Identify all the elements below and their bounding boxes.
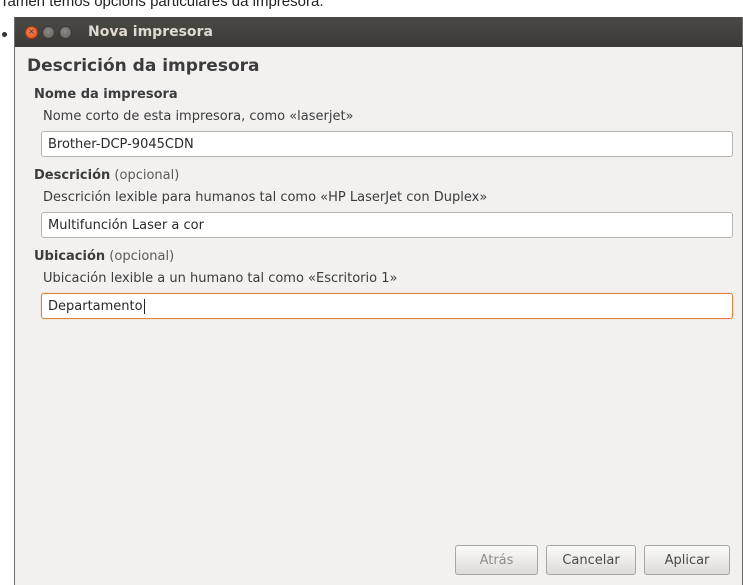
dialog-content: Descrición da impresora Nome da impresor… <box>15 56 742 319</box>
location-hint: Ubicación lexible a un humano tal como «… <box>43 271 398 286</box>
printer-name-input[interactable]: Brother-DCP-9045CDN <box>41 131 733 157</box>
close-window-button[interactable]: × <box>25 25 38 39</box>
location-label: Ubicación (opcional) <box>34 246 742 268</box>
description-title: Descrición <box>34 168 111 183</box>
page-caption: Tamén temos opcions particulares da impr… <box>0 0 324 10</box>
printer-name-hint: Nome corto de esta impresora, como «lase… <box>43 109 354 124</box>
minimize-window-button[interactable] <box>42 25 55 39</box>
location-input[interactable]: Departamento <box>41 293 733 319</box>
location-value: Departamento <box>48 298 143 314</box>
printer-name-value: Brother-DCP-9045CDN <box>48 136 194 152</box>
description-hint: Descrición lexible para humanos tal como… <box>43 190 488 205</box>
cancel-button[interactable]: Cancelar <box>546 545 636 575</box>
location-title: Ubicación <box>34 249 106 264</box>
close-icon: × <box>28 27 35 36</box>
text-cursor <box>143 298 145 314</box>
window-title: Nova impresora <box>88 24 213 40</box>
title-bar[interactable]: × Nova impresora <box>15 17 742 47</box>
description-value: Multifunción Laser a cor <box>48 217 204 233</box>
printer-name-title: Nome da impresora <box>34 87 178 102</box>
printer-name-label: Nome da impresora <box>34 84 742 106</box>
back-button[interactable]: Atrás <box>455 545 538 575</box>
page-heading: Descrición da impresora <box>27 56 260 76</box>
new-printer-dialog: × Nova impresora Descrición da impresora… <box>14 17 743 585</box>
maximize-window-button[interactable] <box>59 25 72 39</box>
dialog-buttons: Atrás Cancelar Aplicar <box>447 545 730 575</box>
location-optional-label: (opcional) <box>109 249 175 264</box>
bullet-marker <box>2 32 7 37</box>
apply-button[interactable]: Aplicar <box>644 545 730 575</box>
description-optional-label: (opcional) <box>114 168 180 183</box>
description-input[interactable]: Multifunción Laser a cor <box>41 212 733 238</box>
description-label: Descrición (opcional) <box>34 165 742 187</box>
